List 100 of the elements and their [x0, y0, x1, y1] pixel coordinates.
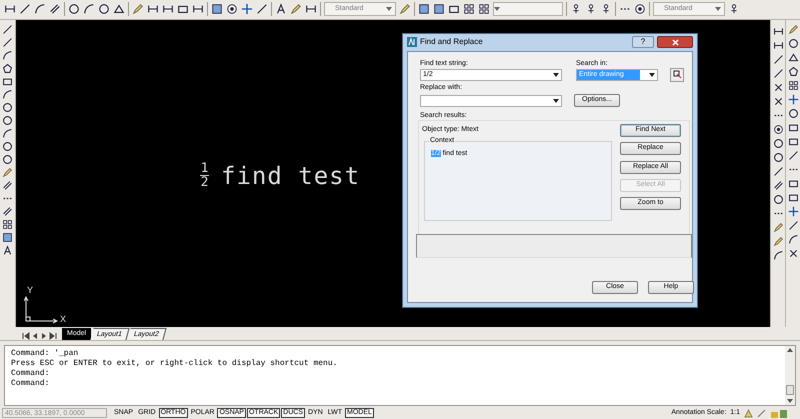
- caret-icon[interactable]: [553, 72, 559, 77]
- arc-icon[interactable]: [772, 250, 784, 261]
- drawing-text: find test: [221, 160, 360, 192]
- window-icon[interactable]: [211, 3, 223, 16]
- scrollbar-thumb[interactable]: [786, 385, 794, 396]
- dimension-icon[interactable]: [772, 26, 784, 37]
- polygon-icon[interactable]: [788, 66, 798, 77]
- pencil-icon[interactable]: [772, 222, 784, 233]
- target-icon[interactable]: [634, 3, 646, 16]
- triangle-icon[interactable]: [113, 3, 125, 16]
- pencil-icon[interactable]: [2, 166, 13, 178]
- window-icon[interactable]: [418, 3, 430, 16]
- dimension-icon[interactable]: [192, 3, 204, 16]
- cross-icon[interactable]: [772, 96, 784, 107]
- window-icon[interactable]: [2, 232, 13, 243]
- rectangle-icon[interactable]: [448, 3, 460, 16]
- x-axis-label: X: [60, 312, 66, 326]
- line-icon[interactable]: [19, 3, 31, 16]
- caret-icon[interactable]: [553, 98, 559, 103]
- up-arrow-icon[interactable]: [787, 346, 793, 352]
- hatch-icon[interactable]: [49, 3, 61, 16]
- circle-icon[interactable]: [68, 3, 80, 16]
- dimension-icon[interactable]: [147, 3, 159, 16]
- pencil-icon[interactable]: [788, 24, 798, 35]
- arc-icon[interactable]: [2, 88, 13, 100]
- line-icon[interactable]: [788, 220, 798, 231]
- target-icon[interactable]: [226, 3, 238, 16]
- rectangle-icon[interactable]: [788, 122, 798, 133]
- command-line-text: Command: '_pan: [11, 348, 80, 359]
- circle-icon[interactable]: [2, 154, 13, 165]
- hatch-icon[interactable]: [772, 180, 784, 191]
- cross-icon[interactable]: [788, 248, 798, 259]
- triangle-icon[interactable]: [788, 52, 798, 63]
- text-tool-icon[interactable]: [275, 3, 287, 16]
- circle-icon[interactable]: [788, 38, 798, 49]
- down-arrow-icon[interactable]: [787, 399, 793, 404]
- move-icon[interactable]: [788, 94, 798, 105]
- arc-icon[interactable]: [2, 50, 13, 61]
- first-tab-arrow-icon[interactable]: [22, 332, 30, 340]
- grid-icon[interactable]: [2, 218, 13, 230]
- grid-icon[interactable]: [788, 80, 798, 91]
- dimension-icon[interactable]: [4, 3, 16, 16]
- dimension-icon[interactable]: [772, 40, 784, 51]
- cross-icon[interactable]: [772, 82, 784, 93]
- move-icon[interactable]: [241, 3, 253, 16]
- text-tool-icon[interactable]: [2, 244, 13, 256]
- hatch-icon[interactable]: [2, 206, 13, 217]
- rectangle-icon[interactable]: [177, 3, 189, 16]
- hatch-icon[interactable]: [2, 180, 13, 191]
- grid-icon[interactable]: [478, 3, 490, 16]
- line-icon[interactable]: [772, 68, 784, 79]
- line-icon[interactable]: [788, 150, 798, 161]
- pick-icon[interactable]: [672, 70, 682, 80]
- line-icon[interactable]: [772, 166, 784, 177]
- command-line-text: Command:: [11, 368, 50, 379]
- line-icon[interactable]: [256, 3, 268, 16]
- circle-icon[interactable]: [2, 102, 13, 113]
- next-tab-arrow-icon[interactable]: [40, 332, 48, 340]
- help-button[interactable]: ?: [632, 36, 654, 48]
- close-x-icon[interactable]: [672, 38, 678, 46]
- circle-icon[interactable]: [98, 3, 110, 16]
- rectangle-icon[interactable]: [2, 76, 13, 87]
- drawing-canvas[interactable]: [16, 20, 770, 327]
- y-axis-label: Y: [27, 284, 34, 297]
- line-icon[interactable]: [2, 36, 13, 48]
- annotation-visibility-icon[interactable]: [744, 408, 753, 418]
- move-icon[interactable]: [788, 206, 798, 217]
- rectangle-icon[interactable]: [788, 136, 798, 147]
- arc-icon[interactable]: [788, 234, 798, 245]
- target-icon[interactable]: [772, 124, 784, 135]
- polygon-icon[interactable]: [2, 62, 13, 74]
- circle-icon[interactable]: [772, 194, 784, 205]
- pencil-icon[interactable]: [772, 236, 784, 247]
- app-logo-icon: [407, 37, 417, 48]
- select-objects-button[interactable]: [670, 68, 684, 82]
- circle-icon[interactable]: [2, 140, 13, 152]
- last-tab-arrow-icon[interactable]: [49, 332, 57, 340]
- rectangle-icon[interactable]: [788, 178, 798, 189]
- pencil-icon[interactable]: [290, 3, 302, 16]
- prev-tab-arrow-icon[interactable]: [31, 332, 39, 340]
- line-icon[interactable]: [2, 24, 13, 35]
- window-icon[interactable]: [433, 3, 445, 16]
- rectangle-icon[interactable]: [788, 192, 798, 203]
- grid-icon[interactable]: [463, 3, 475, 16]
- dimension-icon[interactable]: [162, 3, 174, 16]
- arc-icon[interactable]: [34, 3, 46, 16]
- circle-icon[interactable]: [772, 138, 784, 149]
- circle-icon[interactable]: [2, 114, 13, 126]
- circle-icon[interactable]: [788, 108, 798, 119]
- arc-icon[interactable]: [2, 128, 13, 139]
- command-line-text: Command:: [11, 378, 50, 389]
- vertical-scrollbar[interactable]: [785, 346, 795, 406]
- caret-icon[interactable]: [649, 72, 655, 77]
- close-button[interactable]: [657, 36, 693, 48]
- dimension-icon[interactable]: [305, 3, 317, 16]
- line-icon[interactable]: [772, 54, 784, 65]
- arc-icon[interactable]: [83, 3, 95, 16]
- pencil-icon[interactable]: [132, 3, 144, 16]
- pencil-icon[interactable]: [399, 3, 411, 16]
- circle-icon[interactable]: [772, 152, 784, 163]
